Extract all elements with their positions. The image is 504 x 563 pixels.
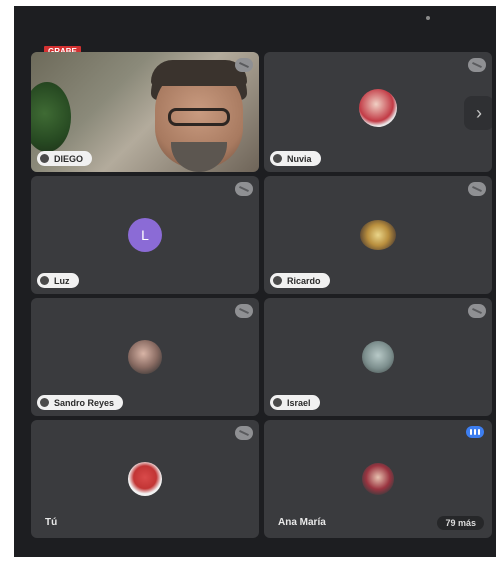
mic-off-icon	[273, 398, 282, 407]
video-glasses	[168, 108, 230, 126]
participant-name-tag: Israel	[270, 395, 320, 410]
participant-name-tag: Ricardo	[270, 273, 330, 288]
participant-tile-israel[interactable]: Israel	[264, 298, 492, 416]
participant-tile-ana-maria[interactable]: Ana María 79 más	[264, 420, 492, 538]
participant-name: Ana María	[278, 517, 326, 528]
mic-off-icon	[235, 58, 253, 72]
avatar	[362, 341, 394, 373]
mic-off-icon	[40, 276, 49, 285]
mic-off-icon	[468, 304, 486, 318]
participant-tile-ricardo[interactable]: Ricardo	[264, 176, 492, 294]
participant-name: Tú	[45, 517, 58, 528]
more-participants-button[interactable]: 79 más	[437, 516, 484, 530]
participant-name-tag: Sandro Reyes	[37, 395, 124, 410]
participant-tile-sandro-reyes[interactable]: Sandro Reyes	[31, 298, 259, 416]
mic-off-icon	[273, 276, 282, 285]
audio-bars-icon	[466, 426, 484, 438]
video-hair-top	[151, 60, 247, 86]
mic-off-icon	[468, 58, 486, 72]
participant-name: Nuvia	[287, 153, 312, 164]
avatar: L	[128, 218, 162, 252]
participant-tile-diego[interactable]: DIEGO	[31, 52, 259, 172]
participant-tile-self[interactable]: Tú	[31, 420, 259, 538]
participant-name: Israel	[287, 397, 311, 408]
participant-name: Luz	[54, 275, 70, 286]
mic-off-icon	[40, 398, 49, 407]
avatar	[128, 340, 162, 374]
avatar	[128, 462, 162, 496]
participant-name: Ricardo	[287, 275, 321, 286]
participant-tile-luz[interactable]: L Luz	[31, 176, 259, 294]
camera-dot	[426, 16, 430, 20]
participant-name-tag: Nuvia	[270, 151, 321, 166]
mic-off-icon	[40, 154, 49, 163]
participant-name-tag: Luz	[37, 273, 79, 288]
avatar	[359, 89, 397, 127]
participant-name: Sandro Reyes	[54, 397, 115, 408]
participant-name-tag: DIEGO	[37, 151, 93, 166]
mic-off-icon	[235, 304, 253, 318]
mic-off-icon	[273, 154, 282, 163]
meeting-screen: GRABE DIEGO › Nuvia L Luz	[14, 6, 496, 557]
participant-tile-nuvia[interactable]: › Nuvia	[264, 52, 492, 172]
chevron-right-icon[interactable]: ›	[464, 96, 492, 130]
avatar	[360, 220, 396, 250]
participant-name: DIEGO	[54, 153, 84, 164]
mic-off-icon	[468, 182, 486, 196]
avatar	[362, 463, 394, 495]
mic-off-icon	[235, 182, 253, 196]
mic-off-icon	[235, 426, 253, 440]
